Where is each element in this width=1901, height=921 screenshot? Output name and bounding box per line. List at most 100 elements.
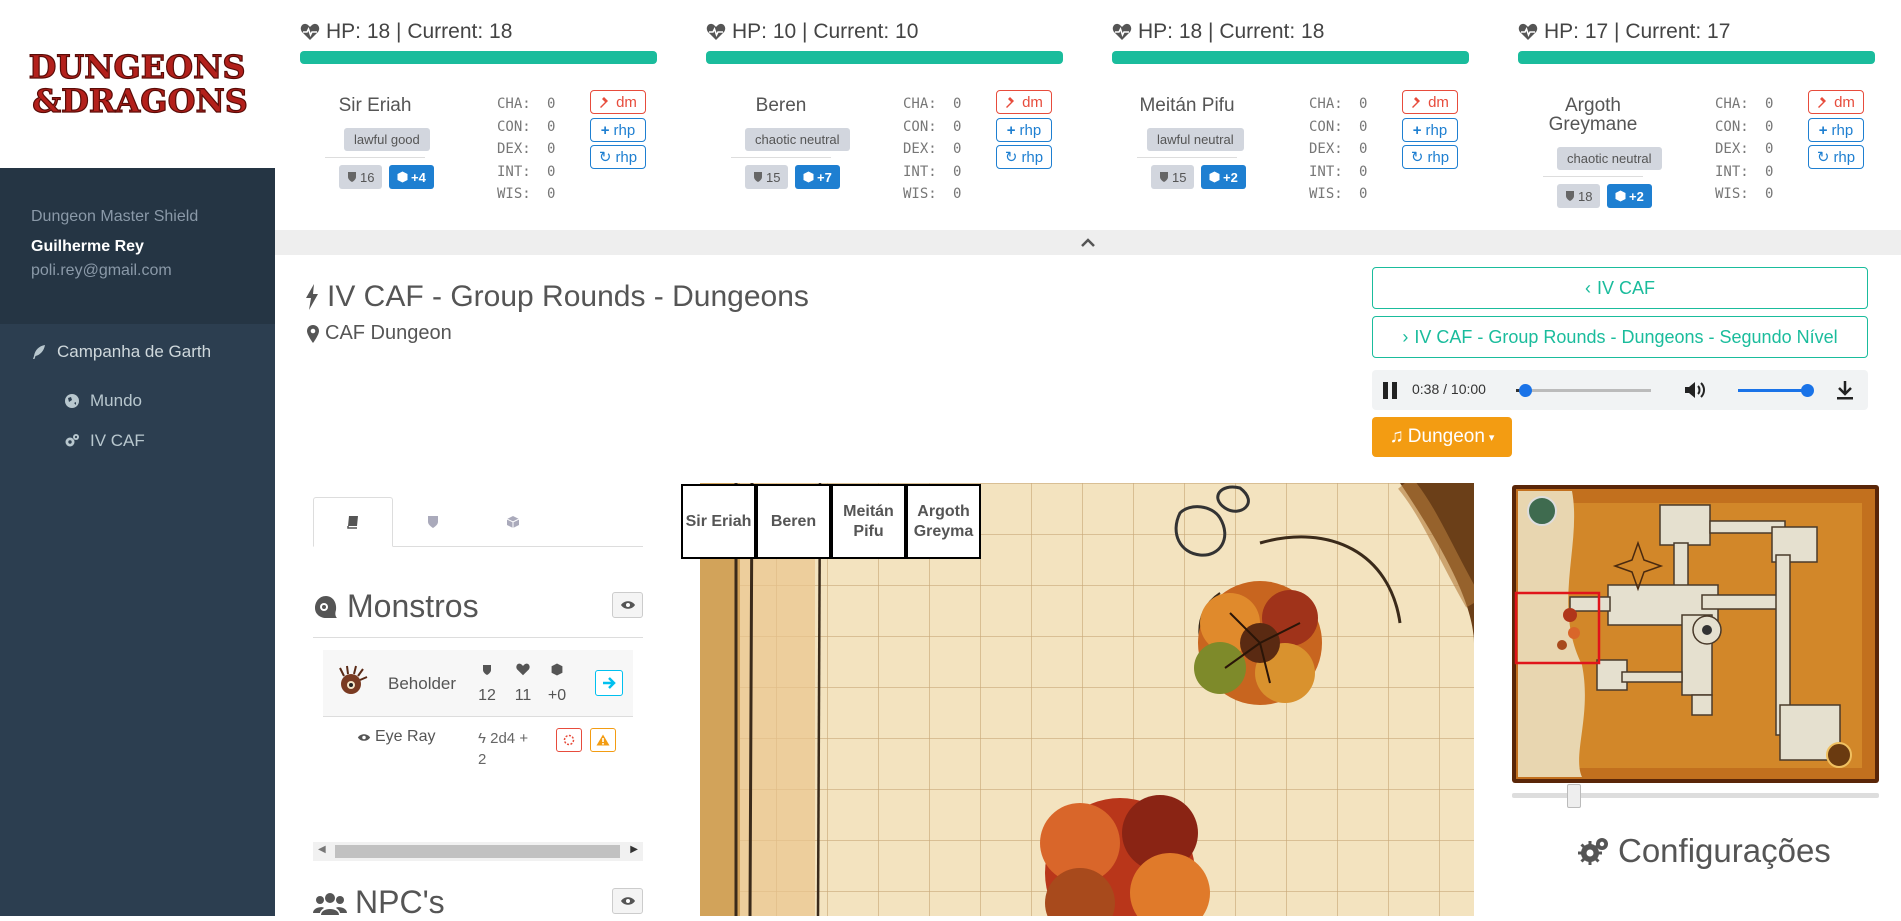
scroll-right-icon[interactable]: ▶ <box>630 844 638 855</box>
svg-text:&DRAGONS: &DRAGONS <box>32 82 248 118</box>
armor-class-badge: 16 <box>339 165 383 189</box>
download-icon[interactable] <box>1836 380 1854 400</box>
volume-slider[interactable] <box>1738 384 1814 397</box>
sidebar-item-mundo[interactable]: Mundo <box>64 391 142 411</box>
reset-hp-button[interactable]: ↻ rhp <box>996 145 1052 169</box>
monster-icon <box>315 595 337 618</box>
bolt-icon <box>306 284 318 310</box>
heartbeat-icon <box>300 23 320 40</box>
eye-icon <box>620 897 635 905</box>
attack-row: Eye Ray ϟ 2d4 + 2 <box>323 718 633 778</box>
refresh-icon: ↻ <box>1410 149 1424 166</box>
tab-book[interactable] <box>313 497 393 547</box>
dnd-logo[interactable]: DUNGEONS &DRAGONS <box>12 47 262 120</box>
armor-class-badge: 15 <box>745 165 789 189</box>
player-card: HP: 18 | Current: 18 Meitán Pifu lawful … <box>1087 0 1493 230</box>
eye-icon <box>357 733 371 741</box>
toggle-npcs-visibility[interactable] <box>612 888 643 914</box>
reset-hp-button[interactable]: ↻ rhp <box>1402 145 1458 169</box>
shield-icon <box>428 516 438 528</box>
player-name: Meitán Pifu <box>1139 95 1235 116</box>
previous-scene-button[interactable]: ‹ IV CAF <box>1372 267 1868 309</box>
monster-go-button[interactable] <box>595 670 623 696</box>
monsters-heading: Monstros <box>313 588 479 625</box>
heartbeat-icon <box>706 23 726 40</box>
monster-ac: 12 <box>473 660 501 708</box>
audio-progress-slider[interactable] <box>1516 384 1651 397</box>
restore-hp-button[interactable]: + rhp <box>590 118 646 142</box>
hp-bar <box>706 51 1063 64</box>
caret-down-icon: ▾ <box>1488 431 1495 444</box>
cube-icon <box>397 171 408 183</box>
volume-icon[interactable] <box>1684 380 1708 400</box>
reset-hp-button[interactable]: ↻ rhp <box>590 145 646 169</box>
hp-text: HP: 18 | Current: 18 <box>1138 20 1325 43</box>
music-select-button[interactable]: ♫ Dungeon ▾ <box>1372 417 1512 457</box>
player-token[interactable]: Beren <box>756 484 831 559</box>
tab-cube[interactable] <box>473 497 553 547</box>
scroll-left-icon[interactable]: ◀ <box>318 844 326 855</box>
gavel-icon <box>1006 96 1015 108</box>
damage-button[interactable]: dm <box>1808 90 1864 114</box>
monster-row: Beholder 12 11 +0 <box>323 650 633 717</box>
cube-icon <box>803 171 814 183</box>
alignment-badge: chaotic neutral <box>1557 147 1662 170</box>
sidebar-item-iv-caf[interactable]: IV CAF <box>64 431 145 451</box>
scroll-thumb[interactable] <box>335 845 620 858</box>
hp-bar <box>300 51 657 64</box>
logo-area: DUNGEONS &DRAGONS <box>0 0 275 168</box>
restore-hp-button[interactable]: + rhp <box>996 118 1052 142</box>
sidebar-item-campaign[interactable]: Campanha de Garth <box>31 342 211 362</box>
arrow-right-icon <box>603 677 616 689</box>
gears-icon <box>65 434 79 447</box>
panel-scrollbar[interactable]: ◀ ▶ <box>313 842 643 861</box>
player-card: HP: 18 | Current: 18 Sir Eriah lawful go… <box>275 0 681 230</box>
minimap[interactable] <box>1512 485 1879 783</box>
restore-hp-button[interactable]: + rhp <box>1808 118 1864 142</box>
player-cards: HP: 18 | Current: 18 Sir Eriah lawful go… <box>275 0 1901 230</box>
pause-icon[interactable] <box>1382 382 1398 399</box>
shield-icon <box>754 172 762 182</box>
monster-hp: 11 <box>509 660 537 708</box>
next-scene-button[interactable]: › IV CAF - Group Rounds - Dungeons - Seg… <box>1372 316 1868 358</box>
shield-icon <box>1160 172 1168 182</box>
ability-scores: CHA: 0 CON: 0 DEX: 0 INT: 0 WIS: 0 <box>1715 96 1774 202</box>
tab-shield[interactable] <box>393 497 473 547</box>
warning-button[interactable] <box>590 728 616 752</box>
collapse-players-toggle[interactable] <box>275 230 1901 255</box>
damage-button[interactable]: dm <box>590 90 646 114</box>
bolt-icon: ϟ <box>478 730 486 747</box>
init-value: +2 <box>1223 169 1238 185</box>
monster-name: Beholder <box>388 674 457 693</box>
initiative-badge: +2 <box>1201 165 1246 189</box>
player-token[interactable]: Meitán Pifu <box>831 484 906 559</box>
ability-scores: CHA: 0 CON: 0 DEX: 0 INT: 0 WIS: 0 <box>903 96 962 202</box>
player-token[interactable]: Sir Eriah <box>681 484 756 559</box>
restore-hp-button[interactable]: + rhp <box>1402 118 1458 142</box>
player-card: HP: 10 | Current: 10 Beren chaotic neutr… <box>681 0 1087 230</box>
ability-scores: CHA: 0 CON: 0 DEX: 0 INT: 0 WIS: 0 <box>497 96 556 202</box>
alignment-badge: lawful good <box>344 128 430 151</box>
roll-attack-button[interactable] <box>556 728 582 752</box>
zoom-slider-handle[interactable] <box>1567 784 1581 808</box>
chevron-right-icon: › <box>1402 326 1409 347</box>
reset-hp-button[interactable]: ↻ rhp <box>1808 145 1864 169</box>
damage-button[interactable]: dm <box>996 90 1052 114</box>
divider <box>313 637 643 638</box>
init-value: +4 <box>411 169 426 185</box>
globe-icon <box>65 394 79 408</box>
toggle-monsters-visibility[interactable] <box>612 592 643 618</box>
player-token[interactable]: Argoth Greyma <box>906 484 981 559</box>
chevron-left-icon: ‹ <box>1584 277 1591 298</box>
ac-value: 18 <box>1578 188 1593 204</box>
initiative-badge: +7 <box>795 165 840 189</box>
ac-value: 15 <box>766 169 781 185</box>
damage-button[interactable]: dm <box>1402 90 1458 114</box>
audio-player: 0:38 / 10:00 <box>1372 370 1868 410</box>
refresh-icon: ↻ <box>598 149 612 166</box>
heartbeat-icon <box>1112 23 1132 40</box>
map-marker-icon <box>307 324 319 343</box>
heartbeat-icon <box>1518 23 1538 40</box>
npcs-heading: NPC's <box>313 884 445 921</box>
gavel-icon <box>1412 96 1421 108</box>
